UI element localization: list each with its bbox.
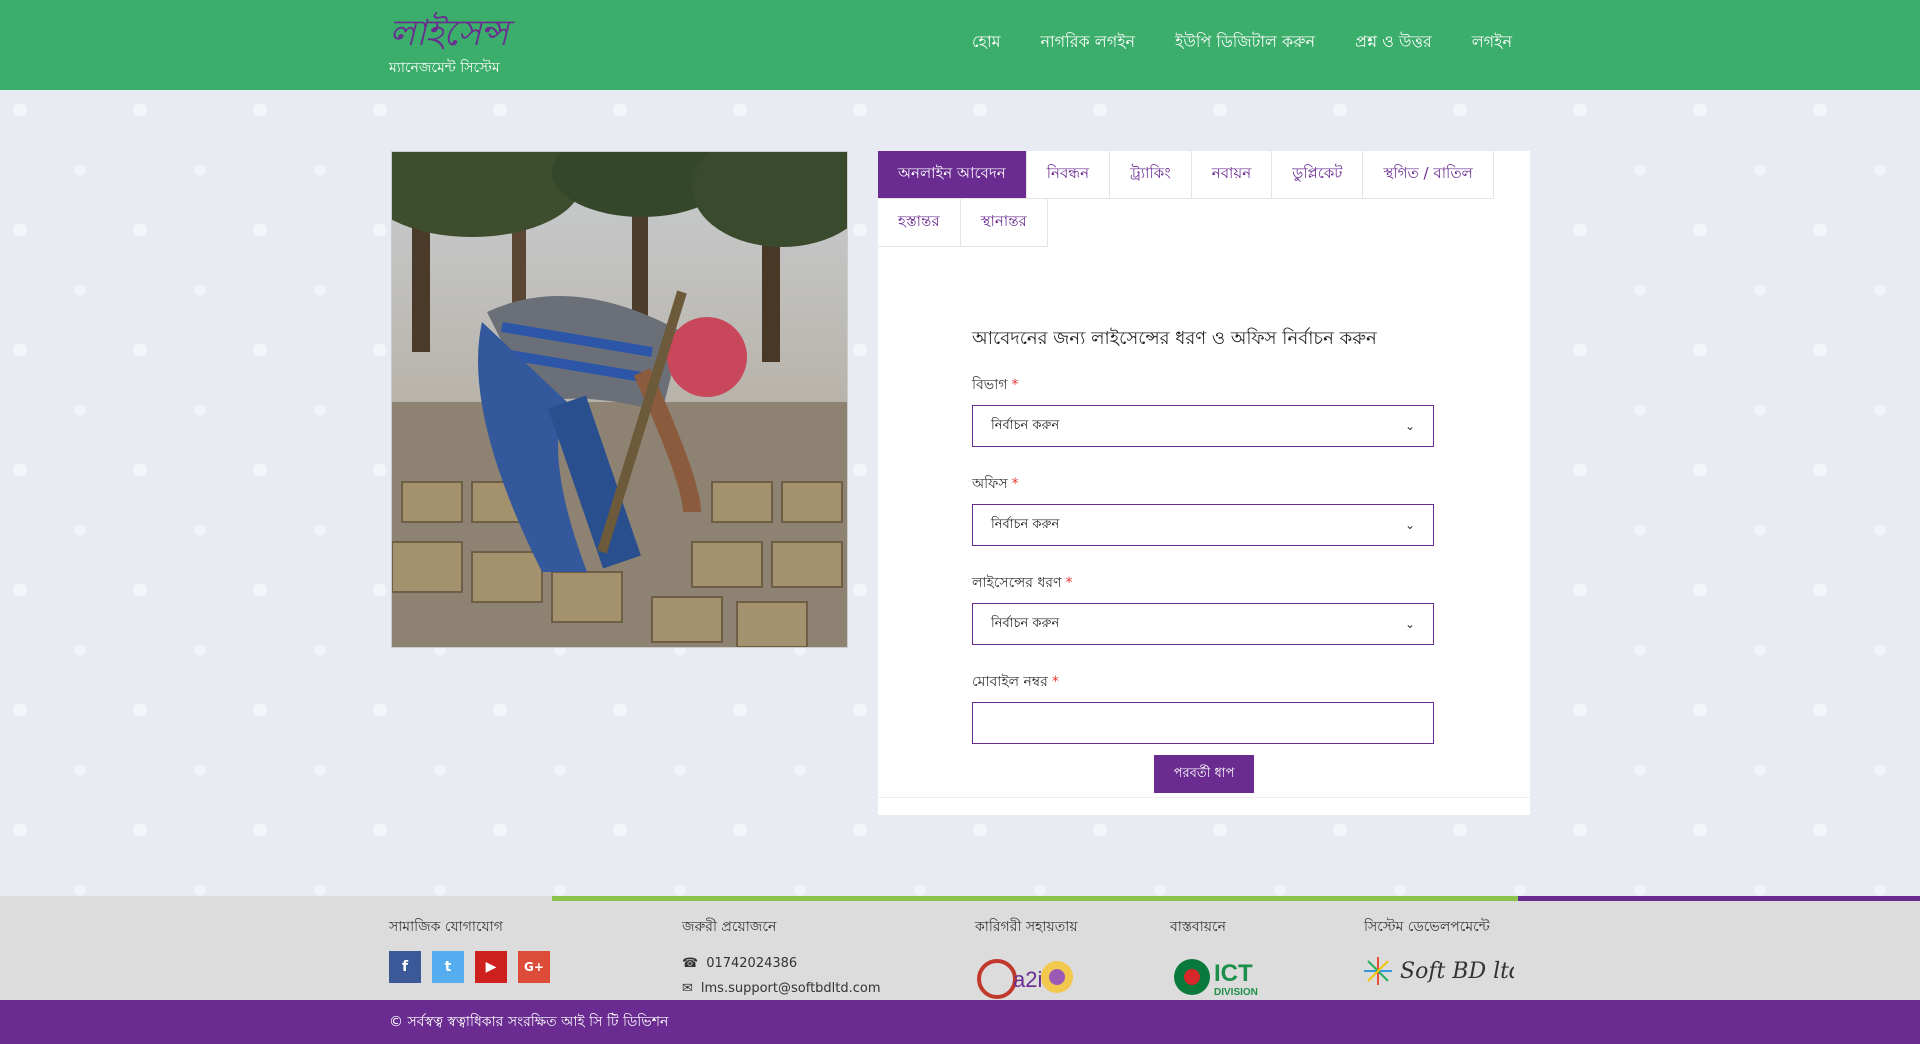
footer-implementation: বাস্তবায়নে ICT DIVISION [1170,915,1270,1003]
required-mark: * [1065,575,1073,591]
impl-title: বাস্তবায়নে [1170,919,1226,935]
tech-title: কারিগরী সহায়তায় [975,919,1078,935]
license-type-label: লাইসেন্সের ধরণ * [972,575,1073,591]
social-title: সামাজিক যোগাযোগ [389,919,503,935]
svg-text:ICT: ICT [1214,960,1253,987]
ict-division-logo: ICT DIVISION [1174,959,1258,998]
license-type-select[interactable]: নির্বাচন করুন ⌄ [972,603,1434,645]
application-card: অনলাইন আবেদন নিবন্ধন ট্র্যাকিং নবায়ন ডু… [878,151,1530,815]
office-label: অফিস * [972,476,1019,492]
dev-title: সিস্টেম ডেভেলপমেন্টে [1364,919,1490,935]
footer-accent-purple [1518,896,1920,901]
nav-login[interactable]: লগইন [1452,30,1512,54]
logo-subtitle: ম্যানেজমেন্ট সিস্টেম [389,60,500,76]
footer-system-dev: সিস্টেম ডেভেলপমেন্টে Soft BD ltd. [1364,915,1514,991]
footer-social: সামাজিক যোগাযোগ f t ▶ G+ [389,915,550,983]
phone-icon: ☎ [682,956,699,971]
mobile-input[interactable] [972,702,1434,744]
emergency-title: জরুরী প্রয়োজনে [682,919,777,935]
phone-number: 01742024386 [706,956,798,971]
svg-text:Soft BD ltd.: Soft BD ltd. [1400,959,1514,984]
required-mark: * [1011,377,1019,393]
required-mark: * [1051,674,1059,690]
tab-relocation[interactable]: স্থানান্তর [960,199,1048,247]
main-nav: হোম নাগরিক লগইন ইউপি ডিজিটাল করুন প্রশ্ন… [952,30,1512,54]
tab-online-application[interactable]: অনলাইন আবেদন [878,151,1027,199]
youtube-icon[interactable]: ▶ [475,951,507,983]
footer-tech-support: কারিগরী সহায়তায় a2i [975,915,1078,1003]
top-header: লাইসেন্স ম্যানেজমেন্ট সিস্টেম হোম নাগরিক… [0,0,1920,90]
nav-citizen-login[interactable]: নাগরিক লগইন [1020,30,1155,54]
footer-accent-green [552,896,1518,901]
logo-script: লাইসেন্স [389,13,509,54]
facebook-icon[interactable]: f [389,951,421,983]
google-plus-icon[interactable]: G+ [518,951,550,983]
nav-faq[interactable]: প্রশ্ন ও উত্তর [1335,30,1452,54]
required-mark: * [1011,476,1019,492]
chevron-down-icon: ⌄ [1404,419,1415,433]
nav-up-digital[interactable]: ইউপি ডিজিটাল করুন [1155,30,1335,54]
email-address[interactable]: lms.support@softbdltd.com [701,976,881,1001]
svg-text:DIVISION: DIVISION [1214,987,1258,998]
tab-tracking[interactable]: ট্র্যাকিং [1110,151,1192,199]
copyright-bar: © সর্বস্বত্ব স্বত্বাধিকার সংরক্ষিত আই সি… [0,1000,1920,1044]
footer [0,896,1920,1000]
division-select[interactable]: নির্বাচন করুন ⌄ [972,405,1434,447]
tab-suspend-cancel[interactable]: স্থগিত / বাতিল [1363,151,1494,199]
tab-duplicate[interactable]: ডুপ্লিকেট [1272,151,1364,199]
mobile-label: মোবাইল নম্বর * [972,674,1059,690]
chevron-down-icon: ⌄ [1404,617,1415,631]
a2i-logo: a2i [977,959,1073,999]
site-logo[interactable]: লাইসেন্স ম্যানেজমেন্ট সিস্টেম [389,13,509,80]
office-select[interactable]: নির্বাচন করুন ⌄ [972,504,1434,546]
svg-text:a2i: a2i [1013,967,1042,992]
envelope-icon: ✉ [682,981,693,996]
tab-transfer[interactable]: হস্তান্তর [878,199,961,247]
chevron-down-icon: ⌄ [1404,518,1415,532]
footer-emergency: জরুরী প্রয়োজনে ☎ 01742024386 ✉ lms.supp… [682,915,881,1001]
twitter-icon[interactable]: t [432,951,464,983]
form-title: আবেদনের জন্য লাইসেন্সের ধরণ ও অফিস নির্ব… [972,328,1377,349]
license-form: আবেদনের জন্য লাইসেন্সের ধরণ ও অফিস নির্ব… [972,324,1434,769]
copyright-text: © সর্বস্বত্ব স্বত্বাধিকার সংরক্ষিত আই সি… [389,1014,669,1030]
tab-registration[interactable]: নিবন্ধন [1026,151,1111,199]
nav-home[interactable]: হোম [952,30,1020,54]
tab-renewal[interactable]: নবায়ন [1191,151,1273,199]
phone-row: ☎ 01742024386 [682,951,881,976]
tab-bar: অনলাইন আবেদন নিবন্ধন ট্র্যাকিং নবায়ন ডু… [878,151,1530,247]
email-row: ✉ lms.support@softbdltd.com [682,976,881,1001]
softbd-logo: Soft BD ltd. [1364,957,1514,985]
next-step-button[interactable]: পরবর্তী ধাপ [1154,755,1254,793]
hero-photo [391,151,848,648]
division-label: বিভাগ * [972,377,1019,393]
divider [878,797,1530,798]
